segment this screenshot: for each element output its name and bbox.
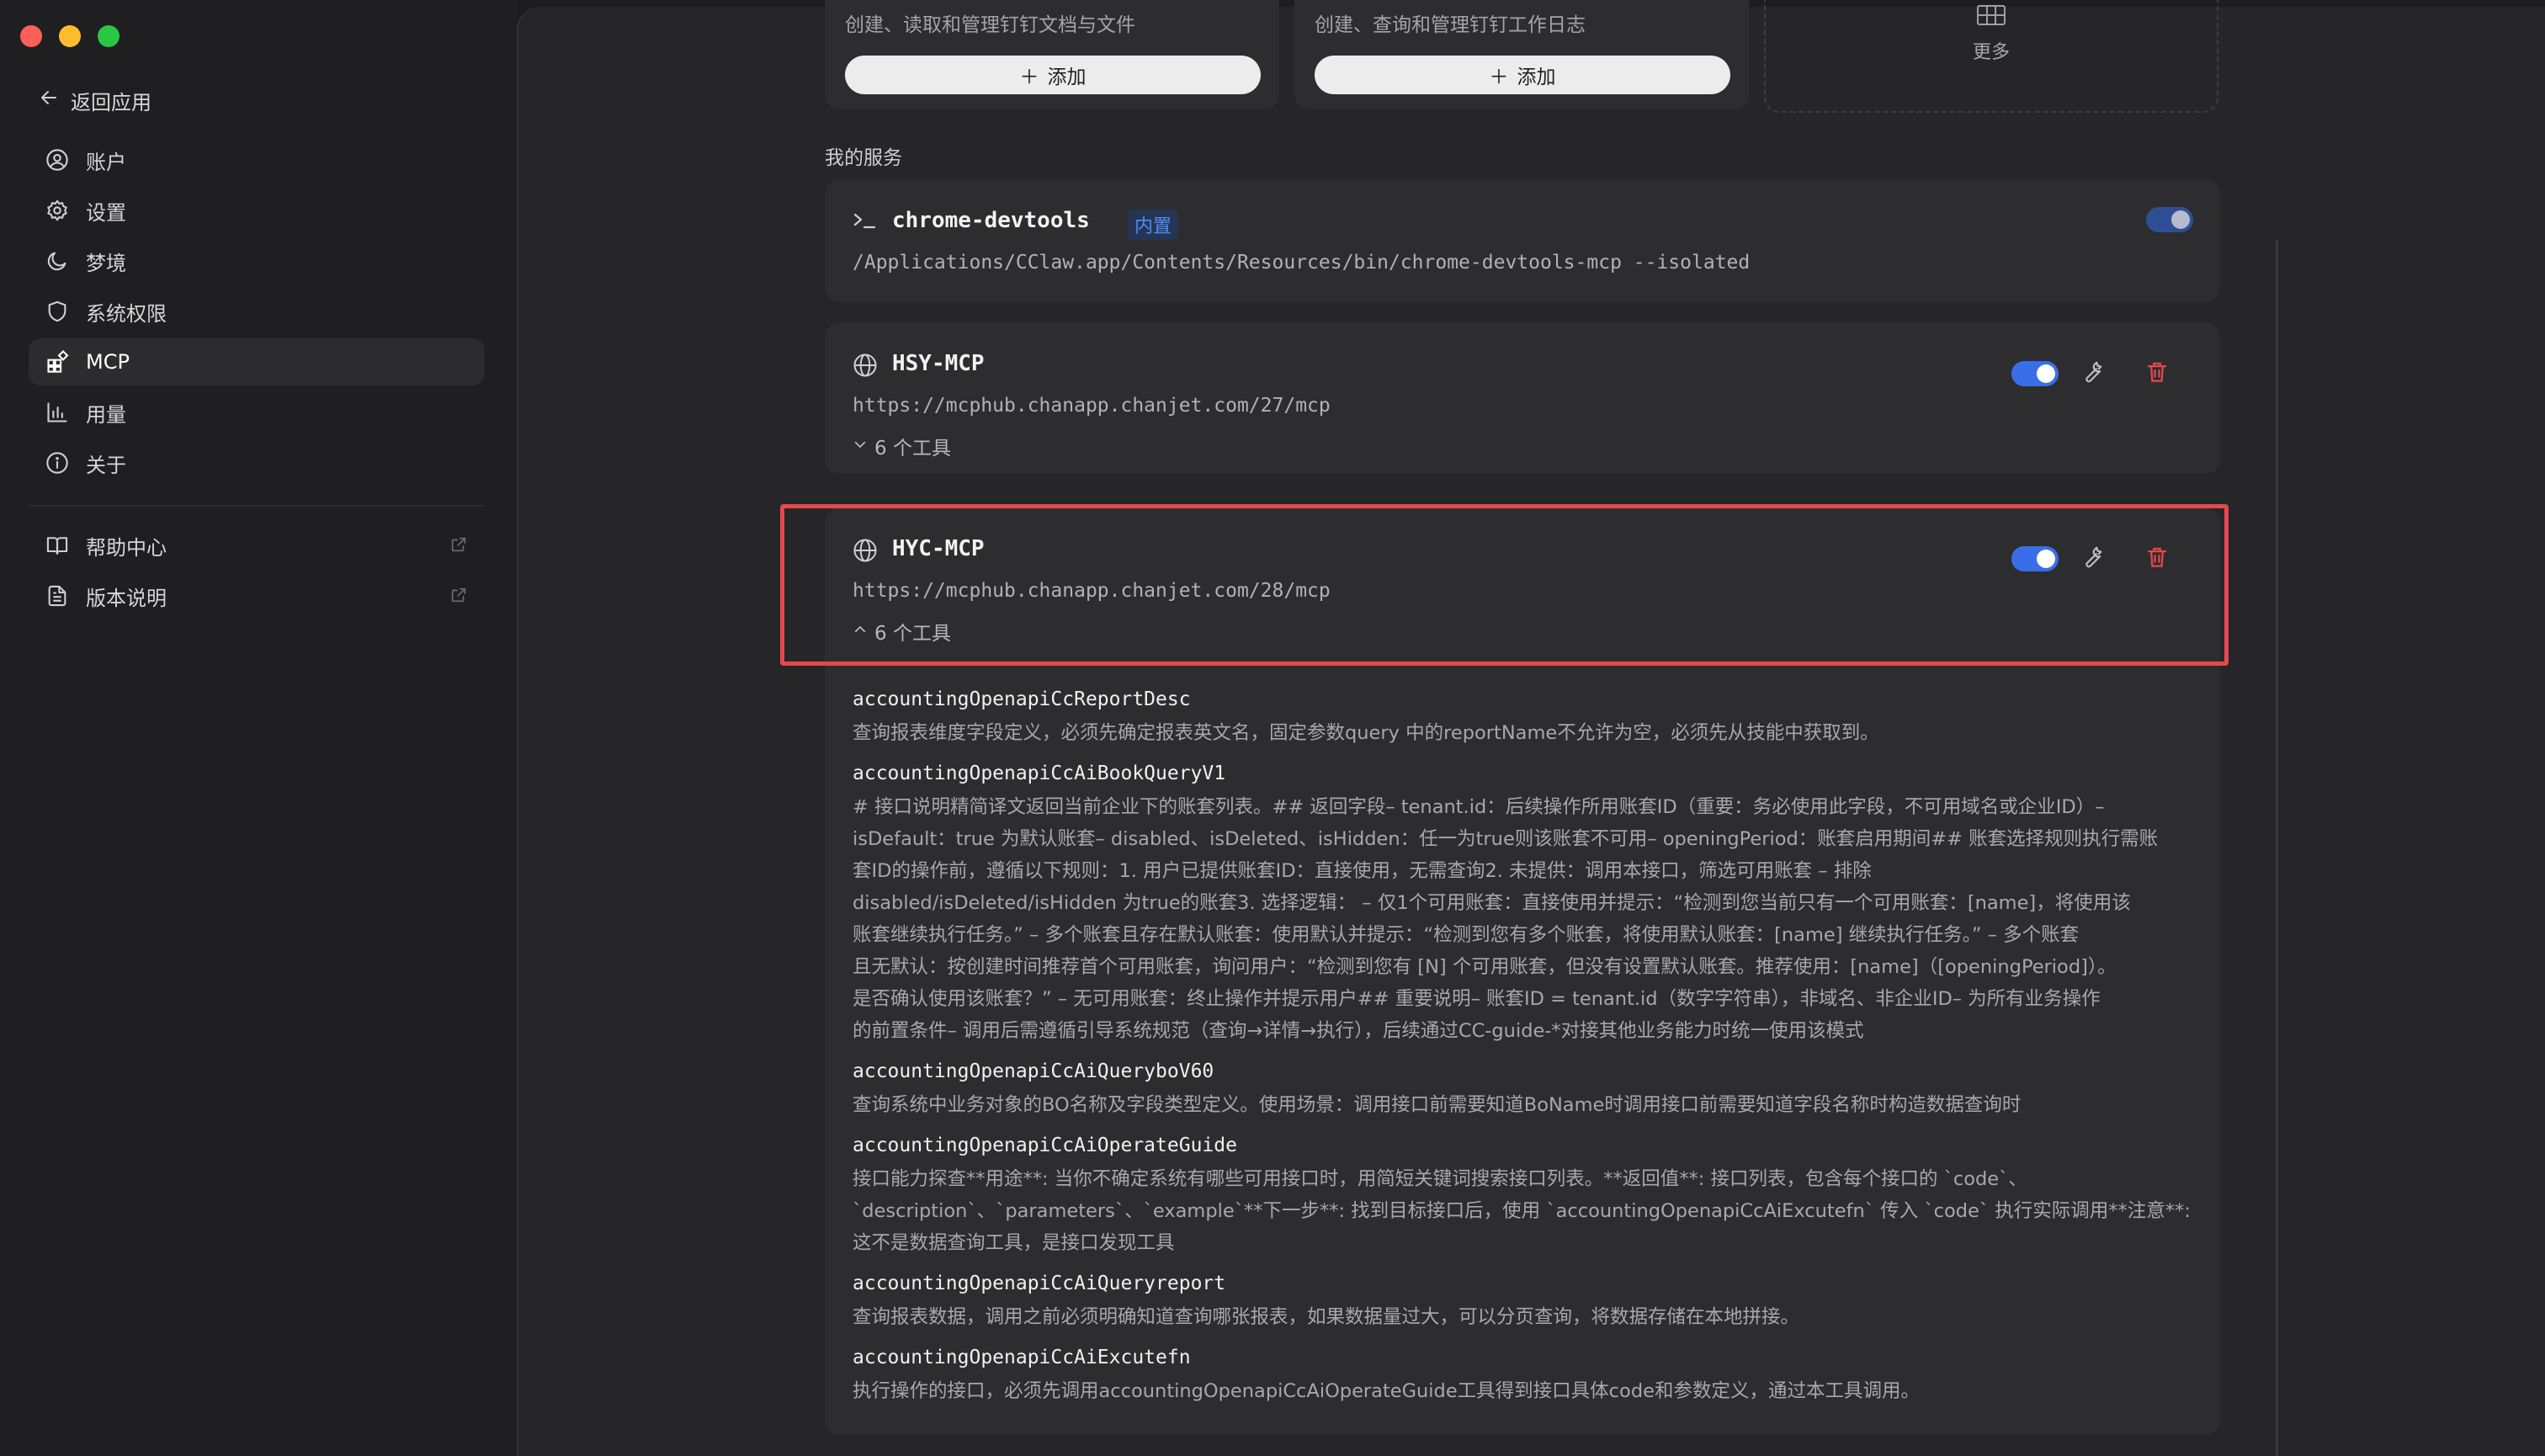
- tool-description-line: 查询报表维度字段定义，必须先确定报表英文名，固定参数query 中的report…: [853, 722, 1879, 744]
- service-card-hsy-mcp: HSY-MCP https://mcphub.chanapp.chanjet.c…: [825, 322, 2220, 474]
- back-to-app-button[interactable]: 返回应用: [39, 85, 151, 115]
- sidebar-item-usage[interactable]: 用量: [29, 389, 485, 436]
- grid-icon: [1977, 5, 2006, 29]
- tool-description: 执行操作的接口，必须先调用accountingOpenapiCcAiOperat…: [853, 1375, 2191, 1407]
- tool-name: accountingOpenapiCcAiQueryboV60: [853, 1060, 1214, 1082]
- sidebar-item-label: 系统权限: [86, 301, 167, 326]
- document-icon: [44, 582, 71, 609]
- back-label: 返回应用: [71, 90, 151, 114]
- tool-description-line: 且无默认：按创建时间推荐首个可用账套，询问用户：“检测到您有 [N] 个可用账套…: [853, 956, 2117, 978]
- gear-icon: [44, 197, 71, 224]
- moon-icon: [44, 247, 71, 274]
- add-dingtalk-log-button[interactable]: ＋ 添加: [1315, 56, 1730, 94]
- sidebar-item-permissions[interactable]: 系统权限: [29, 288, 485, 335]
- add-dingtalk-docs-button[interactable]: ＋ 添加: [845, 56, 1261, 94]
- sidebar-item-label: 账户: [86, 150, 126, 174]
- shield-icon: [44, 298, 71, 325]
- zoom-window-button[interactable]: [98, 25, 120, 47]
- service-name: chrome-devtools: [892, 208, 1090, 233]
- close-window-button[interactable]: [20, 25, 42, 47]
- sidebar-item-label: MCP: [86, 350, 130, 374]
- terminal-icon: [853, 210, 876, 237]
- sidebar: 返回应用 账户 设置 梦境 系统权限 MCP 用量 关于 帮助中心 版本说明: [0, 0, 517, 1456]
- tool-description-line: 这不是数据查询工具，是接口发现工具: [853, 1232, 1175, 1254]
- tool-description-line: 接口能力探查**用途**: 当你不确定系统有哪些可用接口时，用简短关键词搜索接口…: [853, 1168, 2027, 1190]
- tool-description-line: `description`、`parameters`、`example`**下一…: [853, 1200, 2191, 1222]
- book-icon: [44, 532, 71, 559]
- highlight-box: [780, 504, 2229, 666]
- sidebar-item-settings[interactable]: 设置: [29, 187, 485, 234]
- plus-icon: ＋: [1019, 66, 1039, 88]
- trash-icon[interactable]: [2144, 359, 2170, 388]
- tool-description: 接口能力探查**用途**: 当你不确定系统有哪些可用接口时，用简短关键词搜索接口…: [853, 1163, 2191, 1259]
- sidebar-item-label: 梦境: [86, 251, 126, 275]
- tool-description: 查询报表维度字段定义，必须先确定报表英文名，固定参数query 中的report…: [853, 717, 2191, 749]
- globe-icon: [853, 353, 878, 381]
- service-command: /Applications/CClaw.app/Contents/Resourc…: [853, 252, 1751, 274]
- sidebar-item-label: 帮助中心: [86, 535, 167, 560]
- minimize-window-button[interactable]: [59, 25, 81, 47]
- tool-description: # 接口说明精简译文返回当前企业下的账套列表。## 返回字段– tenant.i…: [853, 791, 2191, 1047]
- sidebar-item-label: 关于: [86, 453, 126, 477]
- tools-expand-toggle[interactable]: 6 个工具: [853, 432, 951, 460]
- tool-description-line: 的前置条件– 调用后需遵循引导系统规范（查询→详情→执行），后续通过CC-gui…: [853, 1020, 1864, 1042]
- add-button-label: 添加: [1047, 66, 1087, 88]
- tool-description-line: 查询报表数据，调用之前必须明确知道查询哪张报表，如果数据量过大，可以分页查询，将…: [853, 1306, 1800, 1328]
- tool-description: 查询系统中业务对象的BO名称及字段类型定义。使用场景：调用接口前需要知道BoNa…: [853, 1089, 2191, 1121]
- sidebar-item-account[interactable]: 账户: [29, 136, 485, 183]
- add-button-label: 添加: [1517, 66, 1556, 88]
- tool-description-line: 是否确认使用该账套？” – 无可用账套：终止操作并提示用户## 重要说明– 账套…: [853, 988, 2101, 1010]
- mcp-grid-icon: [44, 348, 71, 375]
- bar-chart-icon: [44, 399, 71, 426]
- external-link-icon: [449, 535, 468, 559]
- service-name: HSY-MCP: [892, 351, 985, 376]
- tools-count: 6 个工具: [874, 438, 951, 460]
- info-icon: [44, 449, 71, 476]
- market-card-desc: 创建、读取和管理钉钉文档与文件: [845, 14, 1135, 36]
- sidebar-link-help-center[interactable]: 帮助中心: [29, 522, 485, 569]
- plus-icon: ＋: [1489, 66, 1509, 88]
- market-card-dingtalk-docs: 创建、读取和管理钉钉文档与文件 ＋ 添加: [825, 0, 1279, 109]
- arrow-left-icon: [39, 88, 59, 113]
- sidebar-item-label: 用量: [86, 402, 126, 427]
- main-scrollbar[interactable]: [2276, 240, 2278, 1456]
- tool-description-line: # 接口说明精简译文返回当前企业下的账套列表。## 返回字段– tenant.i…: [853, 796, 2105, 818]
- more-market-button[interactable]: 更多: [1764, 0, 2218, 113]
- tool-name: accountingOpenapiCcAiQueryreport: [853, 1273, 1226, 1294]
- sidebar-item-label: 设置: [86, 200, 126, 225]
- tool-name: accountingOpenapiCcReportDesc: [853, 688, 1191, 710]
- builtin-badge: 内置: [1128, 210, 1179, 240]
- sidebar-divider: [29, 505, 485, 507]
- tool-description-line: 查询系统中业务对象的BO名称及字段类型定义。使用场景：调用接口前需要知道BoNa…: [853, 1094, 2022, 1116]
- sidebar-link-release-notes[interactable]: 版本说明: [29, 572, 485, 619]
- chevron-down-icon: [853, 435, 868, 457]
- tool-description-line: 执行操作的接口，必须先调用accountingOpenapiCcAiOperat…: [853, 1380, 1920, 1402]
- sidebar-item-label: 版本说明: [86, 586, 167, 610]
- external-link-icon: [449, 586, 468, 609]
- sidebar-item-about[interactable]: 关于: [29, 439, 485, 486]
- sidebar-item-mcp[interactable]: MCP: [29, 338, 485, 385]
- market-card-dingtalk-log: 创建、查询和管理钉钉工作日志 ＋ 添加: [1294, 0, 1749, 109]
- sidebar-item-dream[interactable]: 梦境: [29, 237, 485, 284]
- tool-name: accountingOpenapiCcAiExcutefn: [853, 1347, 1191, 1368]
- tool-description: 查询报表数据，调用之前必须明确知道查询哪张报表，如果数据量过大，可以分页查询，将…: [853, 1301, 2191, 1333]
- market-card-desc: 创建、查询和管理钉钉工作日志: [1315, 14, 1586, 36]
- my-services-heading: 我的服务: [825, 147, 902, 169]
- service-card-chrome-devtools: chrome-devtools 内置 /Applications/CClaw.a…: [825, 179, 2220, 302]
- wrench-icon[interactable]: [2079, 359, 2104, 388]
- service-toggle[interactable]: [2146, 207, 2193, 232]
- service-toggle[interactable]: [2011, 361, 2059, 386]
- tool-description-line: isDefault：true 为默认账套– disabled、isDeleted…: [853, 828, 2159, 850]
- tool-description-line: 账套继续执行任务。” – 多个账套且存在默认账套：使用默认并提示：“检测到您有多…: [853, 924, 2080, 946]
- tool-name: accountingOpenapiCcAiBookQueryV1: [853, 763, 1226, 784]
- user-circle-icon: [44, 146, 71, 173]
- more-label: 更多: [1972, 42, 2010, 63]
- tool-description-line: disabled/isDeleted/isHidden 为true的账套3. 选…: [853, 892, 2131, 914]
- service-url: https://mcphub.chanapp.chanjet.com/27/mc…: [853, 395, 1331, 417]
- tool-name: accountingOpenapiCcAiOperateGuide: [853, 1135, 1237, 1156]
- tool-description-line: 套ID的操作前，遵循以下规则：1. 用户已提供账套ID：直接使用，无需查询2. …: [853, 860, 1872, 882]
